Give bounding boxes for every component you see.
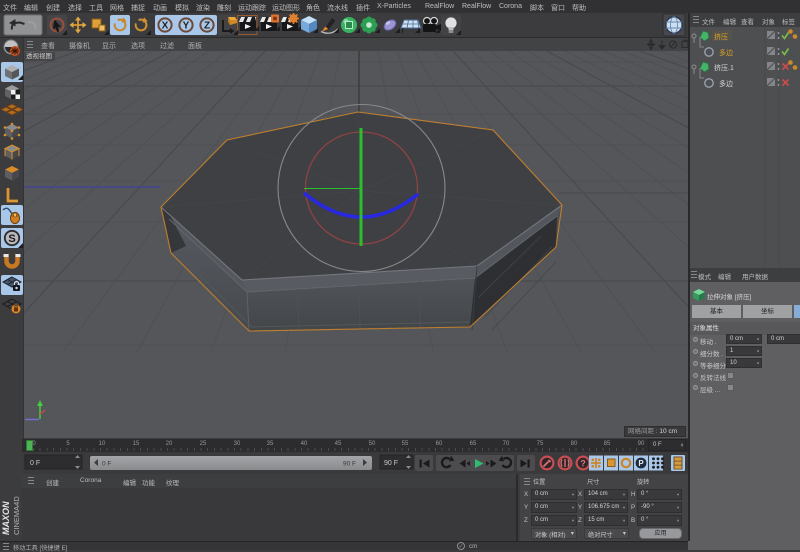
svg-text:?: ? (580, 459, 586, 469)
svg-text:0 F: 0 F (30, 460, 40, 467)
svg-text:90 F: 90 F (384, 460, 398, 467)
svg-text:90 F: 90 F (343, 461, 356, 468)
svg-text:MAXON: MAXON (1, 501, 11, 535)
svg-text:挤压.1: 挤压.1 (714, 63, 734, 72)
svg-text:P: P (638, 459, 644, 468)
svg-text:CINEMA4D: CINEMA4D (12, 496, 21, 535)
svg-text:Z: Z (204, 21, 210, 32)
svg-text:0 F: 0 F (102, 461, 111, 468)
svg-text:X: X (162, 21, 169, 32)
svg-text:S: S (8, 233, 15, 245)
svg-text:多边: 多边 (719, 79, 733, 88)
svg-text:Y: Y (183, 21, 190, 32)
svg-text:挤压: 挤压 (714, 32, 728, 41)
svg-text:多边: 多边 (719, 48, 733, 57)
